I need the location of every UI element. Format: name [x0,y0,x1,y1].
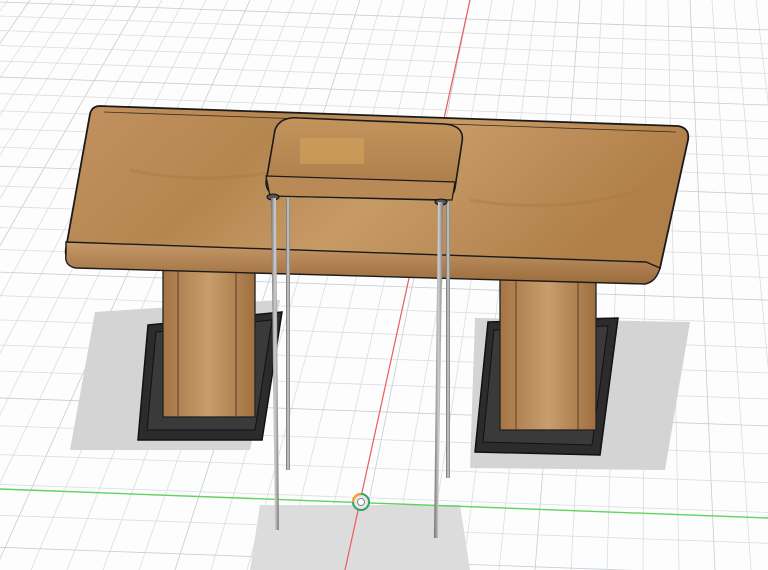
3d-viewport-canvas[interactable] [0,0,768,570]
grid-line [354,0,471,570]
ground-grid [0,0,768,570]
right-pedestal [474,271,619,456]
scene-svg [0,0,768,570]
grid-line [0,0,141,247]
grid-line [0,0,97,156]
grid-line [246,0,405,570]
grid-line [642,0,647,570]
y-axis-line [344,0,471,570]
stool-seat [265,116,464,206]
grid-line [0,0,185,354]
grid-line [0,15,768,45]
grid-line [0,30,768,59]
grid-line [0,60,768,90]
origin-pivot-icon[interactable] [351,492,370,511]
grid-line [0,76,768,106]
left-pedestal [137,261,283,441]
grid-line [318,0,449,570]
grid-line [0,0,119,200]
grid-line [733,0,768,370]
grid-line [755,0,768,106]
grid-line [0,45,768,74]
grid-line [0,1,768,31]
grid-line [711,0,752,570]
grid-line [606,0,625,570]
grid-line [0,0,163,298]
grid-line [689,0,716,570]
